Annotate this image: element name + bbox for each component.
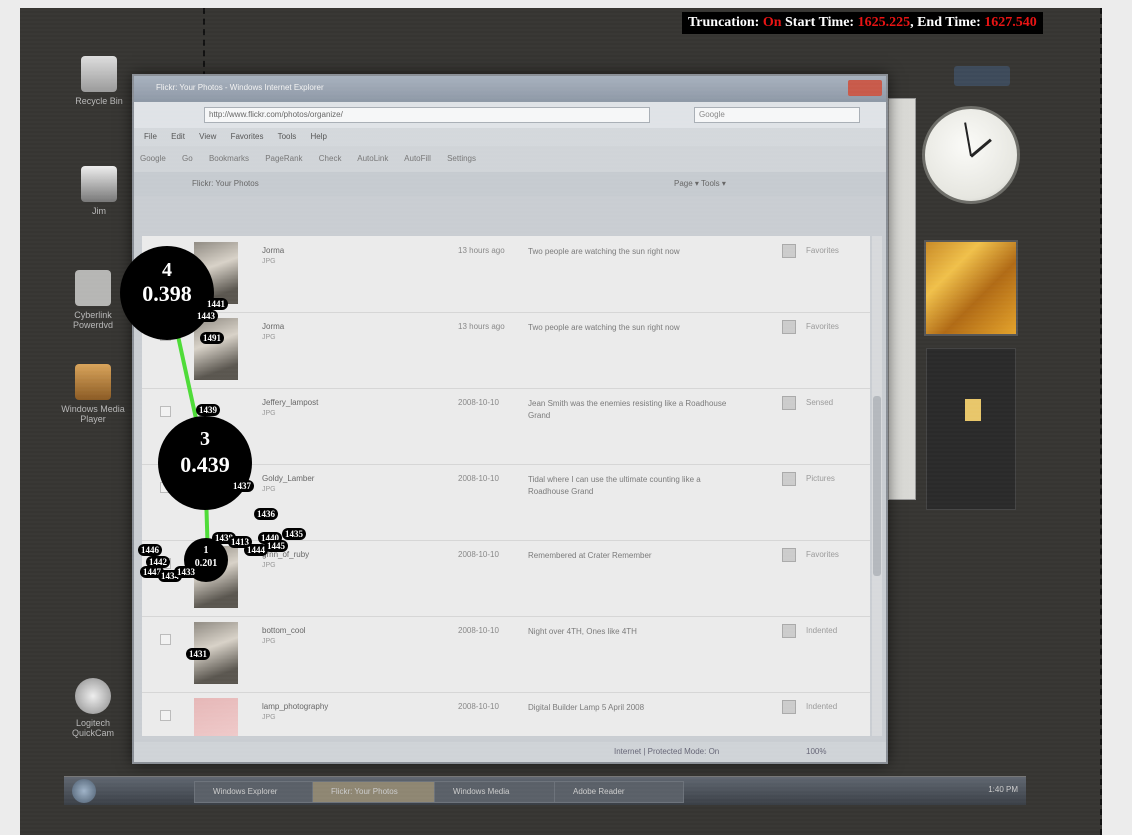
fixation-label: 1443	[194, 310, 218, 322]
fixation-label: 1446	[138, 544, 162, 556]
fixation-label: 1436	[254, 508, 278, 520]
fixation-label: 1435	[282, 528, 306, 540]
fixation-label: 1437	[230, 480, 254, 492]
fixation-duration: 0.398	[142, 281, 192, 306]
fixation-label: 1431	[186, 648, 210, 660]
fixation-label: 1491	[200, 332, 224, 344]
fixation-3: 3 0.439	[158, 416, 252, 510]
fixation-id: 4	[162, 259, 172, 281]
fixation-label: 1439	[196, 404, 220, 416]
fixation-label: 1441	[204, 298, 228, 310]
fixation-path-layer	[166, 289, 210, 561]
fixation-id: 3	[200, 428, 210, 450]
fixation-duration: 0.439	[180, 452, 230, 477]
fixation-4: 4 0.398	[120, 246, 214, 340]
fixation-label: 1433	[174, 566, 198, 578]
fixation-id: 1	[203, 545, 209, 556]
fixation-label: 1444	[244, 544, 268, 556]
